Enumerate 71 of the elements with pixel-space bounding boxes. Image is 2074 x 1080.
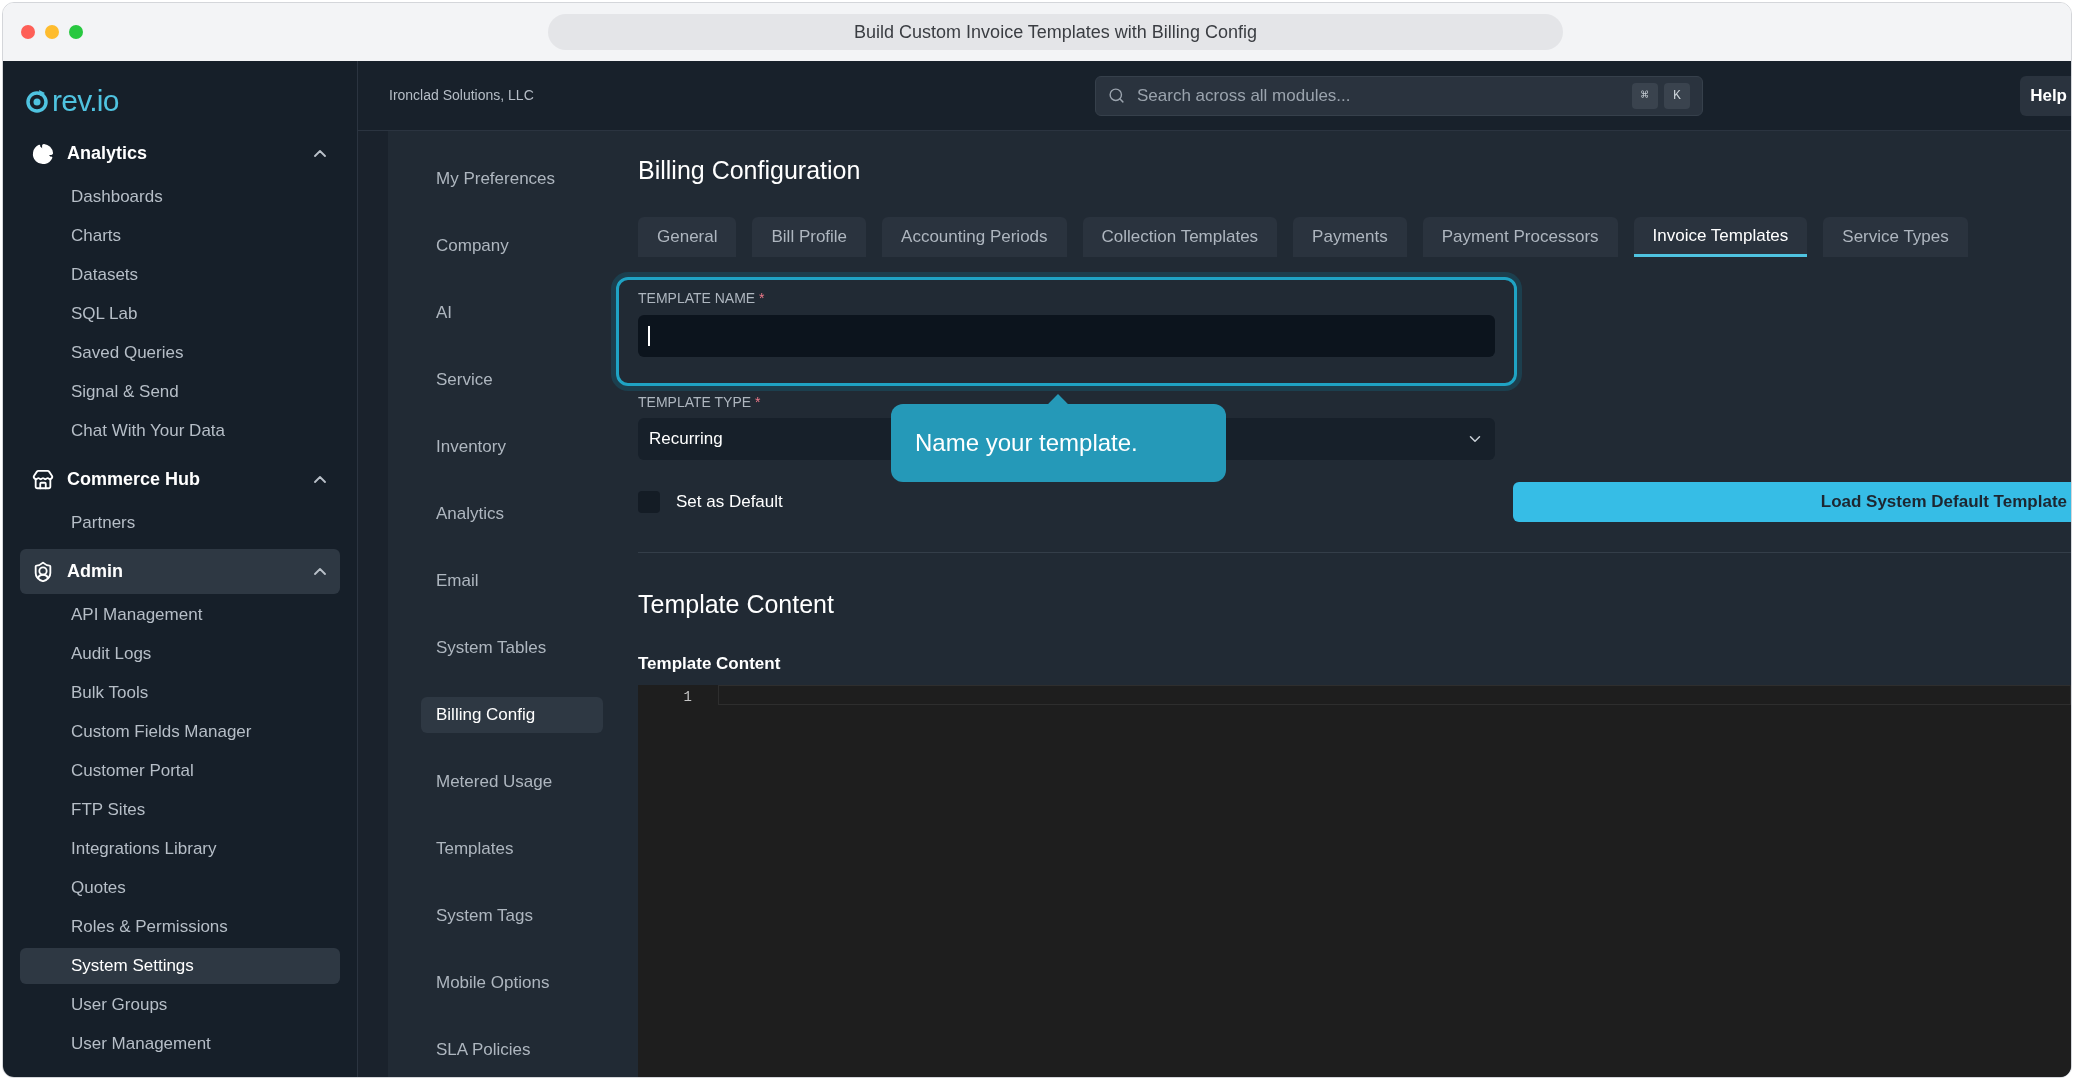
chevron-icon bbox=[314, 476, 326, 483]
field-label: TEMPLATE NAME * bbox=[638, 289, 765, 306]
sidebar-item[interactable]: User Groups bbox=[20, 987, 340, 1023]
sidebar-item[interactable]: Chat With Your Data bbox=[20, 413, 340, 449]
shortcut-key: K bbox=[1664, 82, 1690, 109]
checkbox-label: Set as Default bbox=[676, 491, 783, 514]
sidebar-item[interactable]: Customer Portal bbox=[20, 753, 340, 789]
sidebar-item[interactable]: System Settings bbox=[20, 948, 340, 984]
editor-label: Template Content bbox=[638, 653, 782, 675]
settings-nav-item[interactable]: AI bbox=[421, 295, 603, 331]
sidebar-item[interactable]: Roles & Permissions bbox=[20, 909, 340, 945]
sidebar-item[interactable]: User Management bbox=[20, 1026, 340, 1062]
text-cursor bbox=[648, 326, 650, 346]
settings-nav-item[interactable]: Mobile Options bbox=[421, 965, 603, 1001]
sidebar-item[interactable]: Partners bbox=[20, 505, 340, 541]
shortcut-key: ⌘ bbox=[1632, 82, 1658, 109]
settings-nav-item[interactable]: Analytics bbox=[421, 496, 603, 532]
settings-nav-item[interactable]: Service bbox=[421, 362, 603, 398]
settings-nav-item[interactable]: SLA Policies bbox=[421, 1032, 603, 1068]
settings-nav-item[interactable]: Company bbox=[421, 228, 603, 264]
sidebar-item[interactable]: Saved Queries bbox=[20, 335, 340, 371]
sidebar-section-header[interactable]: Analytics bbox=[20, 131, 340, 176]
sidebar-item[interactable]: Integrations Library bbox=[20, 831, 340, 867]
tab[interactable]: Accounting Periods bbox=[882, 217, 1067, 257]
tab[interactable]: Service Types bbox=[1823, 217, 1968, 257]
settings-nav-item[interactable]: Email bbox=[421, 563, 603, 599]
sidebar-item[interactable]: Quotes bbox=[20, 870, 340, 906]
field-label: TEMPLATE TYPE * bbox=[638, 393, 761, 410]
code-editor[interactable]: 1 bbox=[638, 684, 2071, 1077]
sidebar-item[interactable]: Custom Fields Manager bbox=[20, 714, 340, 750]
tab[interactable]: Payment Processors bbox=[1422, 217, 1618, 257]
section-icon bbox=[32, 142, 54, 165]
tab[interactable]: Bill Profile bbox=[752, 217, 867, 257]
tab[interactable]: Invoice Templates bbox=[1633, 217, 1808, 257]
sidebar-item[interactable]: Audit Logs bbox=[20, 636, 340, 672]
section-icon bbox=[32, 560, 54, 583]
section-icon bbox=[32, 468, 54, 491]
template-name-field[interactable] bbox=[638, 315, 1495, 357]
sidebar-section-header[interactable]: Admin bbox=[20, 549, 340, 594]
settings-nav-item[interactable]: System Tags bbox=[421, 898, 603, 934]
sidebar-item[interactable]: Dashboards bbox=[20, 179, 340, 215]
search-icon bbox=[1108, 87, 1125, 104]
sidebar-section-header[interactable]: Commerce Hub bbox=[20, 457, 340, 502]
sidebar-item[interactable]: Bulk Tools bbox=[20, 675, 340, 711]
sidebar-item[interactable]: FTP Sites bbox=[20, 792, 340, 828]
settings-nav-item[interactable]: System Tables bbox=[421, 630, 603, 666]
search-field[interactable]: Search across all modules... ⌘ K bbox=[1095, 75, 1703, 116]
logo-wordmark: rev.io bbox=[52, 86, 119, 116]
chevron-icon bbox=[314, 568, 326, 575]
chevron-icon bbox=[314, 150, 326, 157]
settings-nav-item[interactable]: My Preferences bbox=[421, 161, 603, 197]
settings-nav-item[interactable]: Inventory bbox=[421, 429, 603, 465]
window-title: Build Custom Invoice Templates with Billing Config bbox=[548, 14, 1563, 50]
sidebar-item[interactable]: API Management bbox=[20, 597, 340, 633]
page-title: Billing Configuration bbox=[638, 155, 862, 185]
logo-mark-icon bbox=[24, 88, 50, 114]
settings-nav-item[interactable]: Templates bbox=[421, 831, 603, 867]
line-number: 1 bbox=[683, 687, 692, 707]
section-heading: Template Content bbox=[638, 589, 835, 619]
sidebar-item[interactable]: Charts bbox=[20, 218, 340, 254]
load-default-template-button[interactable]: Load System Default Template bbox=[1513, 482, 2071, 522]
company-name: Ironclad Solutions, LLC bbox=[389, 86, 535, 105]
tab[interactable]: General bbox=[638, 217, 737, 257]
sidebar-item[interactable]: Signal & Send bbox=[20, 374, 340, 410]
sidebar-item[interactable]: Datasets bbox=[20, 257, 340, 293]
tab[interactable]: Collection Templates bbox=[1082, 217, 1278, 257]
sidebar-item[interactable]: SQL Lab bbox=[20, 296, 340, 332]
settings-nav-item[interactable]: Billing Config bbox=[421, 697, 603, 733]
tab[interactable]: Payments bbox=[1293, 217, 1407, 257]
settings-nav-item[interactable]: Metered Usage bbox=[421, 764, 603, 800]
help-button[interactable]: Help bbox=[2020, 75, 2071, 116]
